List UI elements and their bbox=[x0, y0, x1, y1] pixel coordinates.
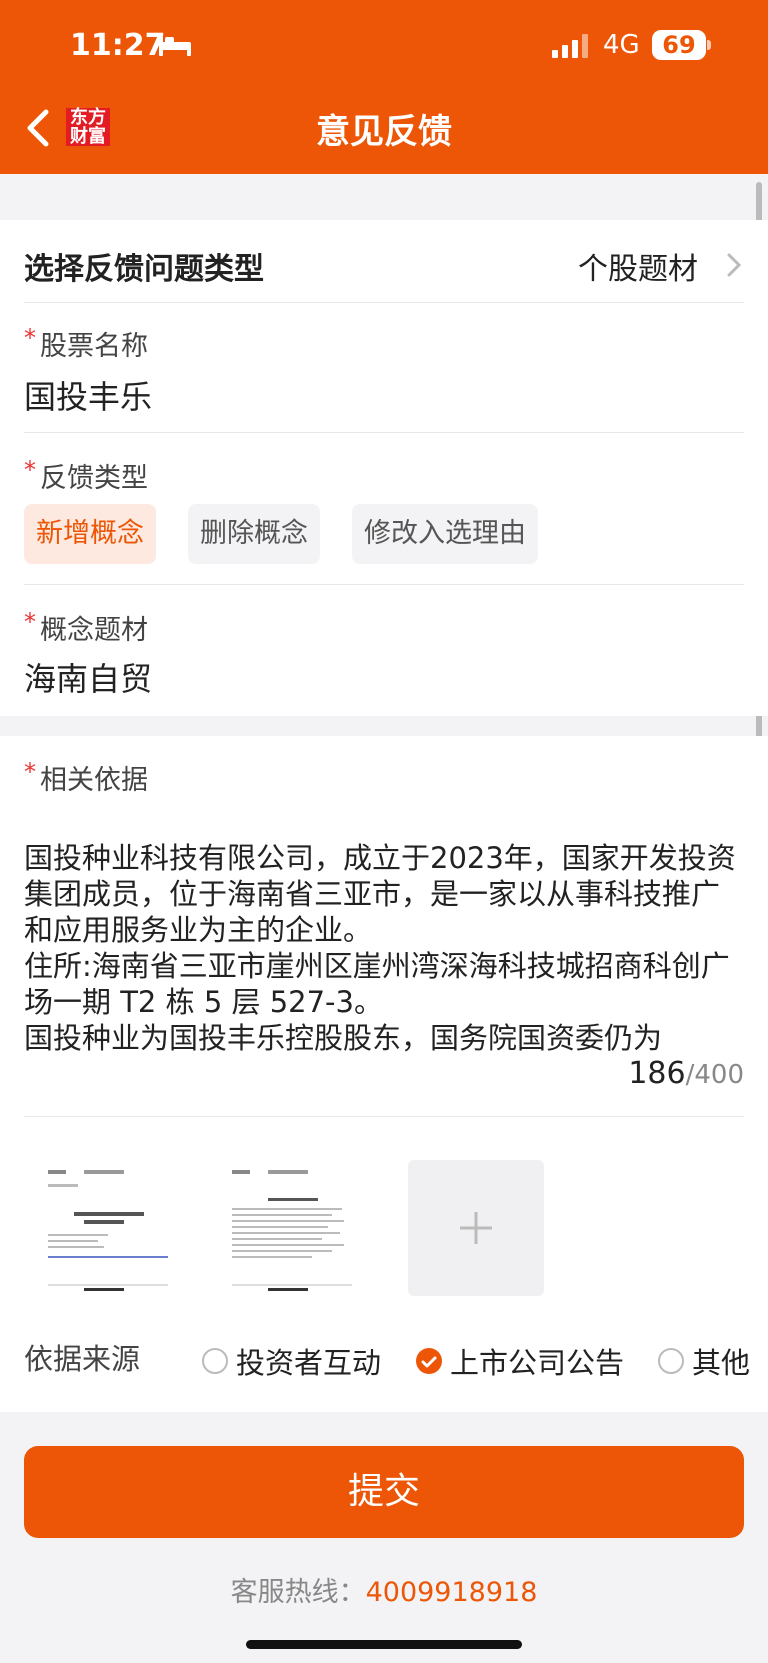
radio-checked-icon bbox=[416, 1348, 442, 1374]
concept-value[interactable]: 海南自贸 bbox=[24, 654, 152, 700]
radio-investor-interaction[interactable]: 投资者互动 bbox=[202, 1340, 381, 1382]
feedback-type-value[interactable]: 个股题材 bbox=[578, 244, 698, 288]
source-label: 依据来源 bbox=[24, 1342, 141, 1376]
signal-icon bbox=[552, 34, 588, 58]
document-thumbnail-icon bbox=[228, 1164, 356, 1292]
hotline: 客服热线：4009918918 bbox=[230, 1577, 538, 1608]
chip-add-concept[interactable]: 新增概念 bbox=[24, 504, 156, 564]
attachment-thumbnail[interactable] bbox=[224, 1160, 360, 1296]
chip-modify-reason[interactable]: 修改入选理由 bbox=[352, 504, 538, 564]
status-time: 11:27 bbox=[70, 28, 166, 63]
chevron-right-icon bbox=[727, 253, 742, 277]
feedback-type-label: 选择反馈问题类型 bbox=[24, 252, 264, 287]
hotline-number[interactable]: 4009918918 bbox=[366, 1577, 538, 1608]
basis-text-line: 国投种业为国投丰乐控股股东，国务院国资委仍为 bbox=[24, 1021, 663, 1055]
document-thumbnail-icon bbox=[44, 1164, 172, 1292]
basis-text-line: 住所:海南省三亚市崖州区崖州湾深海科技城招商科创广场一期 T2 栋 5 层 52… bbox=[24, 949, 730, 1019]
plus-icon bbox=[460, 1212, 492, 1244]
battery-tip bbox=[707, 40, 711, 50]
sleep-mode-icon bbox=[159, 36, 191, 56]
concept-label: * 概念题材 bbox=[24, 608, 148, 646]
radio-company-announcement[interactable]: 上市公司公告 bbox=[416, 1340, 624, 1382]
basis-section: * 相关依据 国投种业科技有限公司，成立于2023年，国家开发投资集团成员，位于海… bbox=[0, 736, 768, 1412]
char-counter: 186/400 bbox=[628, 1056, 744, 1091]
divider bbox=[24, 584, 744, 585]
page-title: 意见反馈 bbox=[316, 112, 452, 152]
submit-button[interactable]: 提交 bbox=[24, 1446, 744, 1538]
add-image-button[interactable] bbox=[408, 1160, 544, 1296]
stock-name-value[interactable]: 国投丰乐 bbox=[24, 372, 152, 418]
divider bbox=[24, 1116, 744, 1117]
basis-text-line: 国投种业科技有限公司，成立于2023年，国家开发投资集团成员，位于海南省三亚市，… bbox=[24, 841, 736, 947]
basis-label: * 相关依据 bbox=[24, 758, 148, 796]
network-type: 4G bbox=[603, 30, 640, 60]
feedback-form-section: 选择反馈问题类型 个股题材 * 股票名称 国投丰乐 * 反馈类型 新增概念 删除概念… bbox=[0, 220, 768, 716]
battery-icon: 69 bbox=[652, 30, 706, 60]
chip-remove-concept[interactable]: 删除概念 bbox=[188, 504, 320, 564]
radio-unchecked-icon bbox=[658, 1348, 684, 1374]
radio-other[interactable]: 其他 bbox=[658, 1340, 750, 1382]
radio-unchecked-icon bbox=[202, 1348, 228, 1374]
category-label: * 反馈类型 bbox=[24, 456, 148, 494]
stock-name-label: * 股票名称 bbox=[24, 324, 148, 362]
basis-textarea[interactable]: 国投种业科技有限公司，成立于2023年，国家开发投资集团成员，位于海南省三亚市，… bbox=[24, 840, 744, 1056]
divider bbox=[24, 302, 744, 303]
home-indicator[interactable] bbox=[246, 1640, 522, 1649]
top-bar: 11:27 4G 69 东方 财富 意见反馈 bbox=[0, 0, 768, 174]
divider bbox=[24, 432, 744, 433]
attachment-thumbnail[interactable] bbox=[40, 1160, 176, 1296]
